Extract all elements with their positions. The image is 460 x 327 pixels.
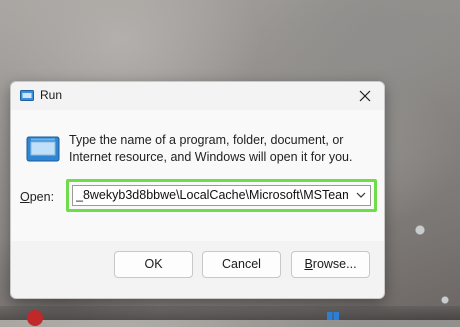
run-dialog: Run Type the name of a program, folder, … — [10, 81, 385, 299]
description-line-1: Type the name of a program, folder, docu… — [69, 133, 344, 147]
chevron-down-icon[interactable] — [356, 191, 366, 199]
description-line-2: Internet resource, and Windows will open… — [69, 150, 353, 164]
window-title: Run — [40, 88, 63, 102]
open-combobox[interactable]: _8wekyb3d8bbwe\LocalCache\Microsoft\MSTe… — [72, 185, 371, 206]
run-program-icon — [26, 136, 60, 162]
button-bar: OK Cancel Browse... — [11, 241, 384, 298]
open-label-accelerator: O — [20, 190, 30, 204]
taskbar-edge — [0, 306, 460, 320]
run-icon — [20, 90, 34, 101]
highlight-frame: _8wekyb3d8bbwe\LocalCache\Microsoft\MSTe… — [66, 179, 377, 212]
notification-badge-icon[interactable] — [26, 309, 44, 327]
cancel-button[interactable]: Cancel — [202, 251, 281, 278]
ok-button[interactable]: OK — [114, 251, 193, 278]
dialog-body: Type the name of a program, folder, docu… — [11, 110, 384, 241]
title-bar[interactable]: Run — [11, 82, 384, 110]
close-icon[interactable] — [352, 85, 378, 107]
description-text: Type the name of a program, folder, docu… — [69, 132, 369, 166]
windows-start-icon[interactable] — [327, 312, 339, 320]
open-label: Open: — [20, 190, 54, 204]
open-input[interactable]: _8wekyb3d8bbwe\LocalCache\Microsoft\MSTe… — [76, 186, 348, 205]
browse-button[interactable]: Browse... — [291, 251, 370, 278]
open-label-text: pen: — [29, 190, 55, 204]
browse-label: rowse... — [312, 257, 357, 271]
browse-accelerator: B — [304, 257, 313, 271]
